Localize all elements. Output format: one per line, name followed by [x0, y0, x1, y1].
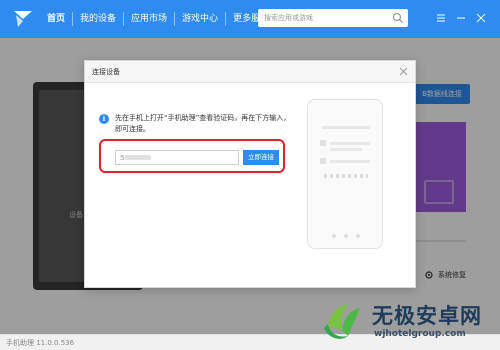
close-icon[interactable]: [398, 66, 409, 77]
placeholder-line: [322, 126, 370, 129]
dialog-header: 连接设备: [85, 61, 415, 83]
top-bar: 首页 我的设备 应用市场 游戏中心 更多服务: [0, 0, 500, 38]
placeholder-square: [320, 158, 326, 164]
instruction-text: 先在手机上打开“手机助理”查看验证码，再在下方输入，即可连接。: [115, 114, 291, 133]
minimize-icon[interactable]: [456, 13, 466, 23]
code-dots: [324, 174, 368, 178]
menu-icon[interactable]: [436, 13, 446, 23]
app-logo-icon: [14, 11, 32, 27]
search-box: [258, 9, 408, 27]
nav-item-game-center[interactable]: 游戏中心: [175, 12, 227, 26]
placeholder-square: [320, 140, 326, 146]
watermark-url: wjhotelgroup.com: [374, 329, 466, 339]
info-icon: i: [99, 114, 109, 124]
nav-item-home[interactable]: 首页: [40, 12, 74, 26]
search-icon[interactable]: [392, 12, 404, 24]
phone-nav-dot: [344, 234, 348, 238]
close-window-icon[interactable]: [476, 13, 486, 23]
version-text: 手机助理 11.0.0.536: [6, 339, 75, 347]
connect-device-dialog: 连接设备 i 先在手机上打开“手机助理”查看验证码，再在下方输入，即可连接。 立…: [84, 60, 416, 288]
phone-nav-dot: [332, 234, 336, 238]
watermark-title: 无极安卓网: [372, 304, 482, 328]
dialog-title: 连接设备: [92, 68, 120, 76]
connect-now-button[interactable]: 立即连接: [243, 150, 279, 165]
nav-item-my-devices[interactable]: 我的设备: [73, 12, 125, 26]
phone-illustration: [307, 99, 383, 249]
placeholder-line: [330, 160, 370, 163]
verification-code-highlight: 立即连接: [99, 139, 285, 173]
placeholder-line: [330, 142, 370, 145]
main-nav: 首页 我的设备 应用市场 游戏中心 更多服务: [40, 0, 276, 38]
search-input[interactable]: [264, 9, 384, 27]
nav-item-app-market[interactable]: 应用市场: [124, 12, 176, 26]
placeholder-line: [330, 148, 362, 151]
phone-nav-dot: [356, 234, 360, 238]
blurred-code: [125, 155, 151, 160]
watermark-logo-icon: [324, 304, 360, 339]
site-watermark: 无极安卓网 wjhotelgroup.com: [300, 292, 500, 350]
